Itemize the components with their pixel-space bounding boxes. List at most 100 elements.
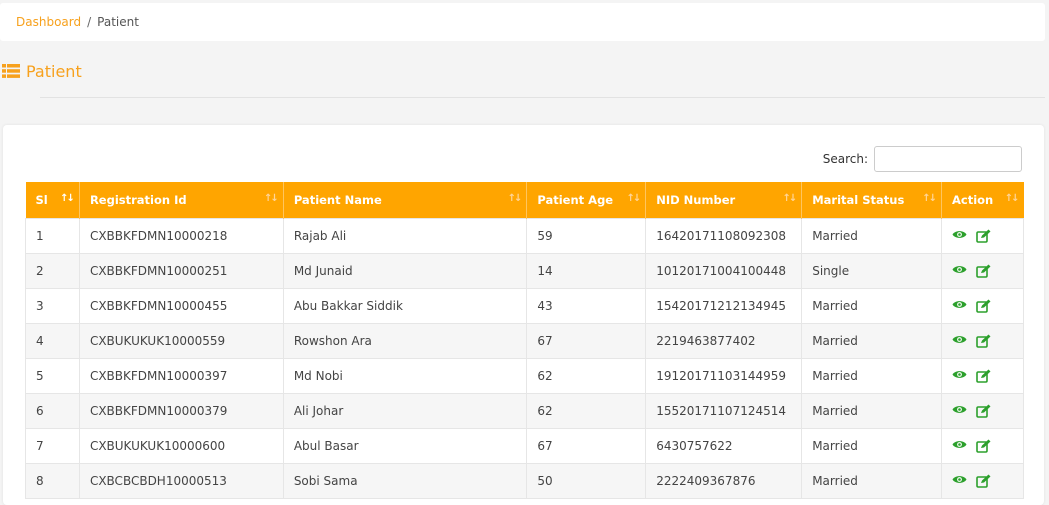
- cell-age: 67: [526, 427, 647, 464]
- patient-table: Sl ↑↓ Registration Id ↑↓ Patient Name ↑↓ Patie…: [25, 182, 1024, 499]
- column-header-label: Registration Id: [89, 192, 187, 207]
- sort-icon[interactable]: ↑↓: [60, 193, 75, 204]
- eye-icon[interactable]: [952, 299, 967, 312]
- column-header-registration-id[interactable]: Registration Id ↑↓: [79, 182, 284, 218]
- cell-name: Abul Basar: [282, 427, 528, 464]
- search-input[interactable]: [874, 146, 1022, 172]
- row-actions: [952, 404, 1013, 418]
- table-row: 2 CXBBKFDMN10000251 Md Junaid 14 10120171004…: [25, 252, 1024, 289]
- eye-icon[interactable]: [952, 334, 967, 347]
- sort-icon[interactable]: ↑↓: [626, 193, 641, 204]
- eye-icon[interactable]: [952, 369, 967, 382]
- cell-marital: Married: [801, 462, 942, 499]
- eye-icon[interactable]: [952, 229, 967, 242]
- cell-action: [941, 427, 1024, 464]
- table-row: 6 CXBBKFDMN10000379 Ali Johar 62 15520171107…: [25, 392, 1024, 429]
- edit-icon[interactable]: [976, 439, 991, 453]
- row-actions: [952, 334, 1013, 348]
- eye-icon[interactable]: [952, 264, 967, 277]
- cell-action: [941, 462, 1024, 499]
- cell-action: [941, 217, 1024, 254]
- edit-icon[interactable]: [976, 404, 991, 418]
- cell-age: 50: [526, 462, 647, 499]
- cell-nid: 16420171108092308: [645, 217, 803, 254]
- search-label: Search:: [822, 152, 868, 166]
- column-header-label: Sl: [35, 192, 48, 207]
- cell-sl: 3: [25, 287, 80, 324]
- cell-action: [941, 252, 1024, 289]
- cell-name: Abu Bakkar Siddik: [282, 287, 528, 324]
- cell-marital: Married: [801, 392, 942, 429]
- cell-nid: 2219463877402: [645, 322, 803, 359]
- row-actions: [952, 229, 1013, 243]
- cell-action: [941, 357, 1024, 394]
- column-header-label: Action: [952, 192, 994, 207]
- edit-icon[interactable]: [976, 299, 991, 313]
- cell-reg: CXBBKFDMN10000397: [78, 357, 284, 394]
- sort-icon[interactable]: ↑↓: [1005, 193, 1020, 204]
- breadcrumb-separator: /: [87, 15, 92, 29]
- column-header-label: Patient Name: [293, 192, 382, 207]
- column-header-nid-number[interactable]: NID Number ↑↓: [645, 182, 803, 218]
- row-actions: [952, 474, 1013, 488]
- cell-reg: CXBUKUKUK10000559: [78, 322, 284, 359]
- cell-sl: 8: [25, 462, 80, 499]
- row-actions: [952, 439, 1013, 453]
- cell-reg: CXBBKFDMN10000218: [78, 217, 284, 254]
- cell-nid: 6430757622: [645, 427, 803, 464]
- column-header-label: Patient Age: [537, 192, 614, 207]
- row-actions: [952, 299, 1013, 313]
- cell-marital: Single: [801, 252, 942, 289]
- column-header-action[interactable]: Action ↑↓: [941, 182, 1024, 218]
- cell-sl: 1: [25, 217, 80, 254]
- eye-icon[interactable]: [952, 439, 967, 452]
- table-row: 4 CXBUKUKUK10000559 Rowshon Ara 67 221946387…: [25, 322, 1024, 359]
- table-row: 5 CXBBKFDMN10000397 Md Nobi 62 1912017110314…: [25, 357, 1024, 394]
- column-header-patient-name[interactable]: Patient Name ↑↓: [283, 182, 528, 218]
- column-header-patient-age[interactable]: Patient Age ↑↓: [526, 182, 647, 218]
- table-row: 7 CXBUKUKUK10000600 Abul Basar 67 6430757622…: [25, 427, 1024, 464]
- cell-nid: 15520171107124514: [645, 392, 803, 429]
- cell-marital: Married: [801, 427, 942, 464]
- title-divider: [40, 97, 1045, 98]
- sort-icon[interactable]: ↑↓: [922, 193, 937, 204]
- cell-marital: Married: [801, 287, 942, 324]
- cell-action: [941, 322, 1024, 359]
- cell-sl: 7: [25, 427, 80, 464]
- breadcrumb-bar: Dashboard / Patient: [0, 3, 1045, 41]
- cell-age: 59: [526, 217, 647, 254]
- edit-icon[interactable]: [976, 264, 991, 278]
- breadcrumb: Dashboard / Patient: [16, 15, 139, 29]
- cell-age: 67: [526, 322, 647, 359]
- edit-icon[interactable]: [976, 474, 991, 488]
- row-actions: [952, 264, 1013, 278]
- search-area: Search:: [823, 146, 1022, 172]
- cell-age: 14: [526, 252, 647, 289]
- sort-icon[interactable]: ↑↓: [508, 193, 523, 204]
- breadcrumb-dashboard-link[interactable]: Dashboard: [16, 15, 81, 29]
- cell-reg: CXBCBCBDH10000513: [78, 462, 284, 499]
- cell-age: 43: [526, 287, 647, 324]
- edit-icon[interactable]: [976, 369, 991, 383]
- edit-icon[interactable]: [976, 334, 991, 348]
- cell-nid: 10120171004100448: [645, 252, 803, 289]
- cell-action: [941, 287, 1024, 324]
- cell-age: 62: [526, 357, 647, 394]
- sort-icon[interactable]: ↑↓: [264, 193, 279, 204]
- column-header-marital-status[interactable]: Marital Status ↑↓: [801, 182, 942, 218]
- cell-reg: CXBBKFDMN10000251: [78, 252, 284, 289]
- sort-icon[interactable]: ↑↓: [782, 193, 797, 204]
- eye-icon[interactable]: [952, 474, 967, 487]
- cell-reg: CXBBKFDMN10000455: [78, 287, 284, 324]
- table-body: 1 CXBBKFDMN10000218 Rajab Ali 59 16420171108…: [25, 217, 1024, 499]
- table-row: 8 CXBCBCBDH10000513 Sobi Sama 50 22224093678…: [25, 462, 1024, 499]
- cell-reg: CXBUKUKUK10000600: [78, 427, 284, 464]
- table-row: 1 CXBBKFDMN10000218 Rajab Ali 59 16420171108…: [25, 217, 1024, 254]
- eye-icon[interactable]: [952, 404, 967, 417]
- cell-age: 62: [526, 392, 647, 429]
- cell-nid: 15420171212134945: [645, 287, 803, 324]
- edit-icon[interactable]: [976, 229, 991, 243]
- column-header-label: NID Number: [656, 192, 736, 207]
- column-header-sl[interactable]: Sl ↑↓: [25, 182, 80, 218]
- cell-sl: 5: [25, 357, 80, 394]
